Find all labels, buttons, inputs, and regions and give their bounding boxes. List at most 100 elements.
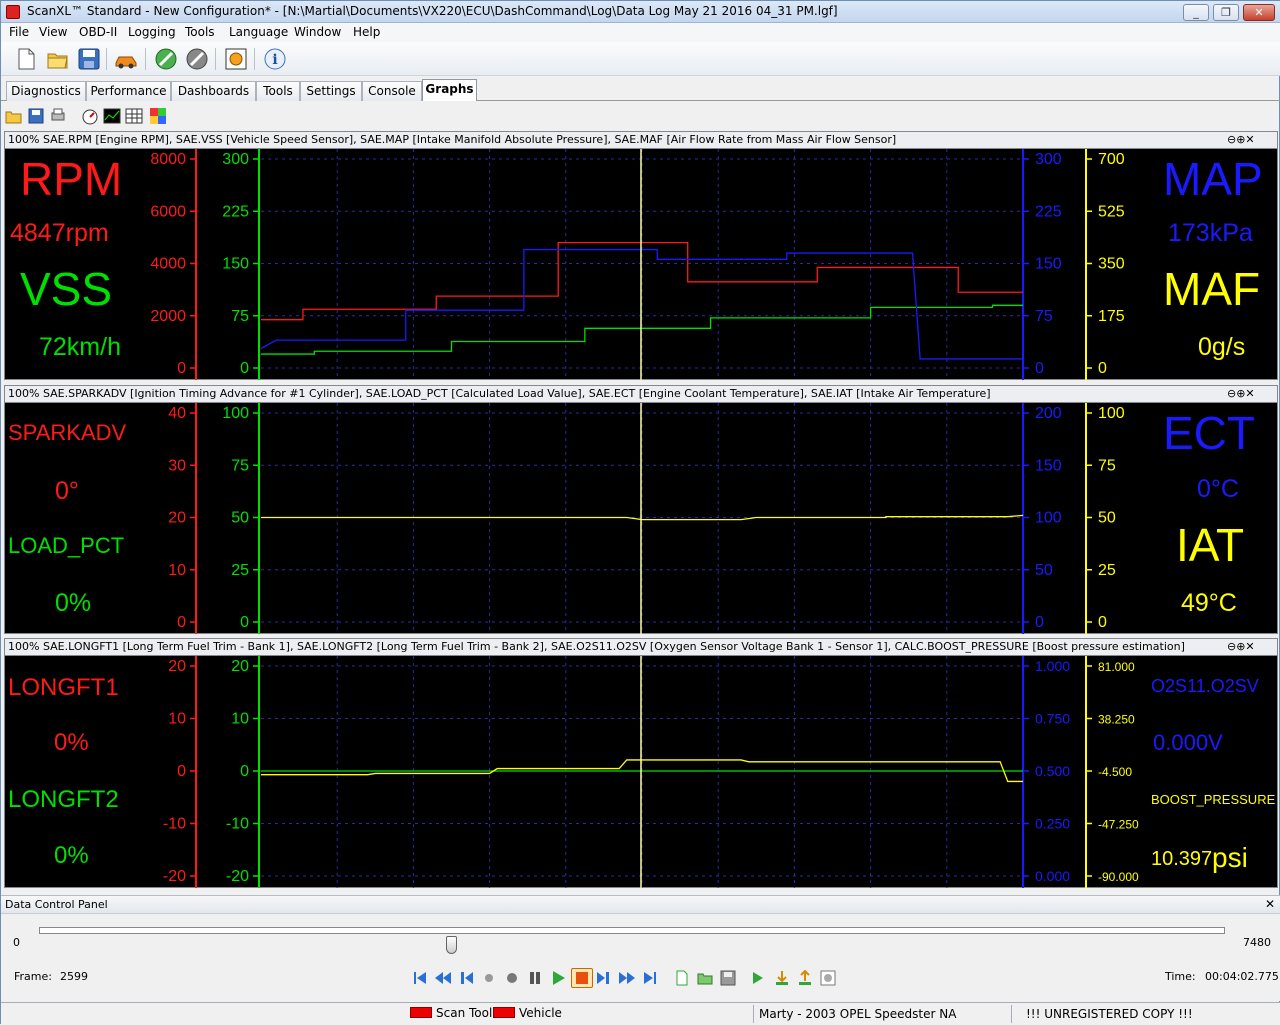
save-log-icon[interactable] (719, 969, 737, 987)
graph-panel-3: 100% SAE.LONGFT1 [Long Term Fuel Trim - … (4, 638, 1278, 888)
tab-graphs[interactable]: Graphs (422, 79, 477, 101)
save-icon[interactable] (76, 46, 102, 72)
vehicle-icon[interactable] (113, 46, 139, 72)
chart-icon[interactable] (103, 107, 121, 125)
menu-help[interactable]: Help (353, 25, 380, 39)
save-icon[interactable] (27, 107, 45, 125)
axis-tick-label: 0 (240, 614, 249, 631)
connect-icon[interactable] (153, 46, 179, 72)
import-icon[interactable] (796, 969, 814, 987)
close-button[interactable]: ✕ (1243, 4, 1275, 21)
series-name-map: MAP (1163, 153, 1263, 205)
record-icon[interactable] (503, 969, 521, 987)
series-name-sparkadv: SPARKADV (8, 420, 127, 445)
export-icon[interactable] (773, 969, 791, 987)
menu-obd2[interactable]: OBD-II (79, 25, 117, 39)
tab-console[interactable]: Console (362, 81, 422, 101)
panel-zoom-controls[interactable]: ⊖⊕✕ (1227, 133, 1255, 146)
axis-tick-label: 0 (1035, 360, 1044, 377)
frame-slider-thumb[interactable] (446, 936, 458, 954)
tab-diagnostics[interactable]: Diagnostics (6, 81, 86, 101)
axis-tick-label: 300 (222, 151, 249, 168)
axis-tick-label: 50 (1098, 510, 1116, 527)
axis-tick-label: 38.250 (1098, 713, 1135, 727)
restore-button[interactable]: ❐ (1213, 4, 1239, 21)
axis-tick-label: -90.000 (1098, 870, 1139, 884)
graph-panel-body: 8000 6000 4000 2000 0 300 225 150 75 0 300 225 150 75… (5, 149, 1277, 380)
toolbar-separator (254, 48, 255, 70)
axis-tick-label: 25 (1098, 562, 1116, 579)
series-name-ect: ECT (1163, 407, 1255, 459)
menu-file[interactable]: File (9, 25, 29, 39)
menu-language[interactable]: Language (229, 25, 288, 39)
fast-rewind-icon[interactable] (434, 969, 452, 987)
window-title: ScanXL™ Standard - New Configuration* - … (27, 4, 838, 18)
series-value-load-pct: 0% (55, 589, 92, 617)
record-off-icon[interactable] (480, 969, 498, 987)
axis-tick-label: 350 (1098, 256, 1125, 273)
axis-tick-label: 700 (1098, 151, 1125, 168)
open-icon[interactable] (5, 107, 23, 125)
series-value-vss: 72km/h (39, 333, 121, 361)
series-name-o2sv: O2S11.O2SV (1151, 676, 1259, 696)
axis-tick-label: 200 (1035, 405, 1062, 422)
axis-tick-label: 10 (168, 562, 186, 579)
panel-zoom-controls[interactable]: ⊖⊕✕ (1227, 640, 1255, 653)
axis-tick-label: -10 (226, 816, 249, 833)
graph-plot: 20 10 0 -10 -20 20 10 0 -10 -20 1.000 0.750 0.500 0.2… (163, 656, 1139, 888)
axis-tick-label: 10 (231, 711, 249, 728)
settings-icon[interactable] (223, 46, 249, 72)
pause-icon[interactable] (526, 969, 544, 987)
table-icon[interactable] (125, 107, 143, 125)
open-log-icon[interactable] (696, 969, 714, 987)
new-log-icon[interactable] (673, 969, 691, 987)
marker-add-icon[interactable] (750, 969, 768, 987)
step-back-icon[interactable] (457, 969, 475, 987)
tab-bar: Diagnostics Performance Dashboards Tools… (1, 79, 1280, 174)
skip-to-start-icon[interactable] (411, 969, 429, 987)
axis-tick-label: 0.250 (1035, 816, 1070, 832)
series-value-ect: 0°C (1197, 475, 1239, 503)
data-control-close-icon[interactable]: ✕ (1265, 897, 1275, 911)
step-forward-icon[interactable] (595, 969, 613, 987)
fast-forward-icon[interactable] (618, 969, 636, 987)
axis-tick-label: 20 (168, 510, 186, 527)
menu-bar: File View OBD-II Logging Tools Language … (1, 23, 1280, 42)
axis-tick-label: 1.000 (1035, 658, 1070, 674)
frame-slider-track[interactable] (39, 927, 1225, 934)
new-file-icon[interactable] (13, 46, 39, 72)
tab-tools[interactable]: Tools (256, 81, 300, 101)
stop-icon[interactable] (571, 968, 593, 988)
tab-settings[interactable]: Settings (300, 81, 362, 101)
series-name-longft2: LONGFT2 (8, 786, 119, 813)
skip-to-end-icon[interactable] (641, 969, 659, 987)
series-value-o2sv: 0.000V (1153, 730, 1223, 755)
open-folder-icon[interactable] (45, 46, 71, 72)
menu-logging[interactable]: Logging (128, 25, 176, 39)
svg-text:i: i (272, 52, 277, 68)
play-icon[interactable] (549, 969, 567, 987)
axis-tick-label: 0 (1035, 614, 1044, 631)
menu-window[interactable]: Window (294, 25, 341, 39)
scan-tool-status: Scan Tool (436, 1006, 493, 1020)
print-icon[interactable] (49, 107, 67, 125)
tab-performance[interactable]: Performance (86, 81, 171, 101)
gauge-icon[interactable] (81, 107, 99, 125)
axis-tick-label: 75 (1035, 308, 1053, 325)
tab-dashboards[interactable]: Dashboards (171, 81, 256, 101)
minimize-button[interactable]: _ (1183, 4, 1209, 21)
axis-tick-label: -20 (163, 868, 186, 885)
log-settings-icon[interactable] (819, 969, 837, 987)
axis-tick-label: 0 (240, 763, 249, 780)
color-icon[interactable] (149, 107, 167, 125)
series-name-vss: VSS (20, 263, 113, 315)
menu-tools[interactable]: Tools (185, 25, 215, 39)
disconnect-icon[interactable] (184, 46, 210, 72)
main-toolbar: i (1, 42, 1280, 76)
status-divider (1011, 1005, 1012, 1023)
panel-zoom-controls[interactable]: ⊖⊕✕ (1227, 387, 1255, 400)
menu-view[interactable]: View (39, 25, 67, 39)
time-label: Time: (1165, 970, 1196, 983)
axis-tick-label: 525 (1098, 203, 1125, 220)
info-icon[interactable]: i (262, 46, 288, 72)
